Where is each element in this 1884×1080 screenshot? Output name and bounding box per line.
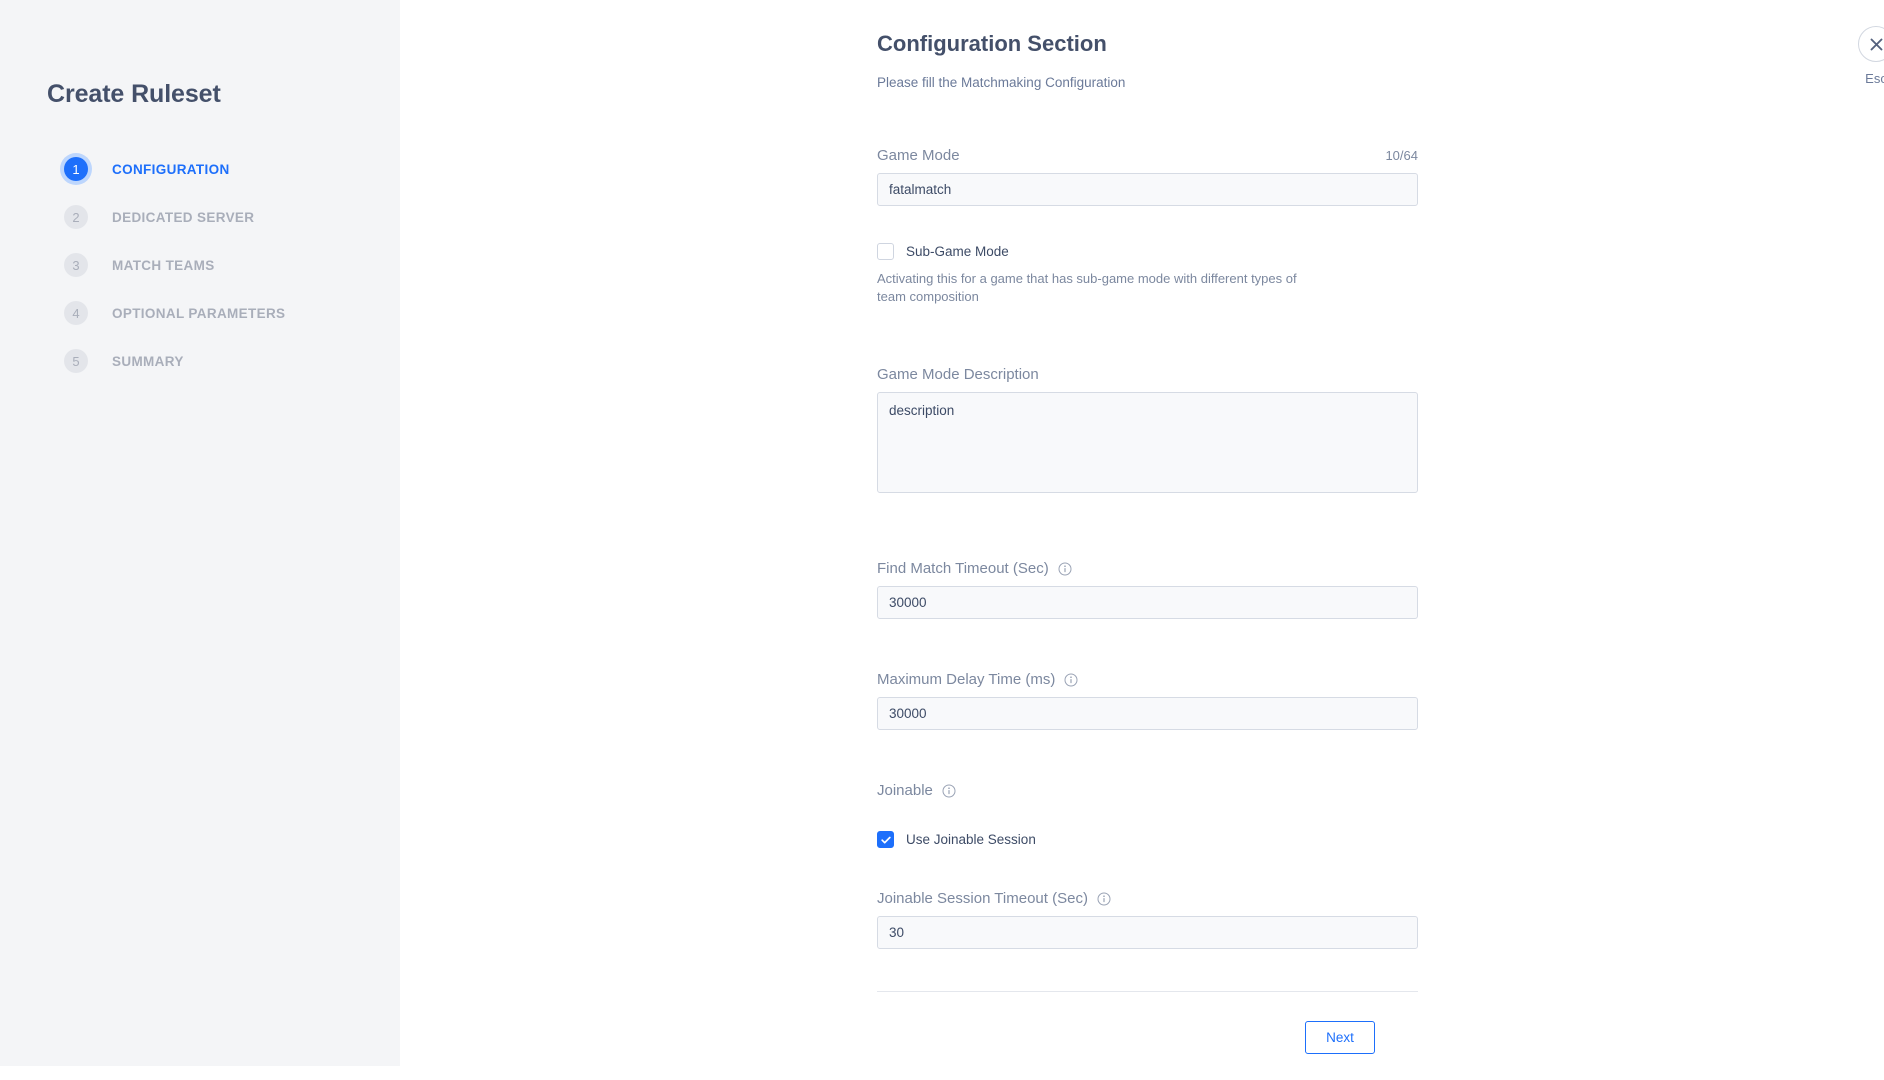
field-find-match-timeout: Find Match Timeout (Sec) (877, 560, 1418, 619)
close-icon (1868, 36, 1884, 53)
step-number-5: 5 (64, 349, 88, 373)
step-number-3: 3 (64, 253, 88, 277)
section-subtitle: Please fill the Matchmaking Configuratio… (877, 75, 1126, 90)
field-maximum-delay-time: Maximum Delay Time (ms) (877, 671, 1418, 730)
sidebar-item-optional-parameters[interactable]: 4 OPTIONAL PARAMETERS (60, 289, 380, 337)
maximum-delay-time-input[interactable] (877, 697, 1418, 730)
label-joinable-session-timeout: Joinable Session Timeout (Sec) (877, 890, 1111, 907)
sidebar-item-configuration[interactable]: 1 CONFIGURATION (60, 145, 380, 193)
field-game-mode: Game Mode 10/64 (877, 147, 1418, 206)
field-joinable-session-timeout: Joinable Session Timeout (Sec) (877, 890, 1418, 949)
label-joinable-session-timeout-text: Joinable Session Timeout (Sec) (877, 890, 1088, 907)
label-maximum-delay-time: Maximum Delay Time (ms) (877, 671, 1078, 688)
info-icon[interactable] (1064, 673, 1078, 687)
step-label-optional-parameters: OPTIONAL PARAMETERS (112, 305, 286, 321)
use-joinable-session-row[interactable]: Use Joinable Session (877, 831, 1036, 848)
section-title: Configuration Section (877, 31, 1107, 56)
step-number-2: 2 (64, 205, 88, 229)
sub-game-mode-checkbox[interactable] (877, 243, 894, 260)
field-joinable: Joinable (877, 782, 956, 808)
label-find-match-timeout: Find Match Timeout (Sec) (877, 560, 1072, 577)
use-joinable-session-checkbox[interactable] (877, 831, 894, 848)
close-button[interactable] (1858, 26, 1884, 62)
joinable-session-checkbox-row-wrap: Use Joinable Session (877, 831, 1036, 848)
sub-game-mode-label: Sub-Game Mode (906, 244, 1009, 259)
label-maximum-delay-time-text: Maximum Delay Time (ms) (877, 671, 1056, 688)
sidebar-item-match-teams[interactable]: 3 MATCH TEAMS (60, 241, 380, 289)
create-ruleset-modal: Create Ruleset 1 CONFIGURATION 2 DEDICAT… (0, 0, 1884, 1080)
esc-label: Esc (1865, 71, 1884, 86)
step-number-1: 1 (64, 157, 88, 181)
game-mode-input[interactable] (877, 173, 1418, 206)
next-button[interactable]: Next (1305, 1021, 1375, 1054)
joinable-session-timeout-input[interactable] (877, 916, 1418, 949)
step-label-summary: SUMMARY (112, 353, 184, 369)
label-find-match-timeout-text: Find Match Timeout (Sec) (877, 560, 1049, 577)
sub-game-mode-helper-text: Activating this for a game that has sub-… (877, 271, 1297, 304)
field-sub-game-mode: Sub-Game Mode Activating this for a game… (877, 243, 1307, 305)
step-label-match-teams: MATCH TEAMS (112, 257, 215, 273)
label-joinable: Joinable (877, 782, 956, 799)
close-modal-control: Esc (1838, 26, 1884, 86)
wizard-sidebar: Create Ruleset 1 CONFIGURATION 2 DEDICAT… (0, 0, 400, 1066)
label-joinable-text: Joinable (877, 782, 933, 799)
label-game-mode: Game Mode (877, 147, 960, 164)
sidebar-item-summary[interactable]: 5 SUMMARY (60, 337, 380, 385)
field-game-mode-description: Game Mode Description description (877, 366, 1418, 498)
step-label-dedicated-server: DEDICATED SERVER (112, 209, 255, 225)
wizard-steps: 1 CONFIGURATION 2 DEDICATED SERVER 3 MAT… (60, 145, 380, 385)
sub-game-mode-checkbox-row[interactable]: Sub-Game Mode (877, 243, 1307, 260)
game-mode-description-textarea[interactable]: description (877, 392, 1418, 493)
configuration-panel: Configuration Section Please fill the Ma… (400, 0, 1884, 1080)
footer-divider (877, 991, 1418, 992)
info-icon[interactable] (1097, 892, 1111, 906)
info-icon[interactable] (1058, 562, 1072, 576)
game-mode-char-counter: 10/64 (1385, 148, 1418, 163)
step-label-configuration: CONFIGURATION (112, 161, 230, 177)
step-number-4: 4 (64, 301, 88, 325)
sidebar-item-dedicated-server[interactable]: 2 DEDICATED SERVER (60, 193, 380, 241)
label-game-mode-description: Game Mode Description (877, 366, 1039, 383)
find-match-timeout-input[interactable] (877, 586, 1418, 619)
page-title: Create Ruleset (47, 80, 221, 108)
use-joinable-session-label: Use Joinable Session (906, 832, 1036, 847)
info-icon[interactable] (942, 784, 956, 798)
